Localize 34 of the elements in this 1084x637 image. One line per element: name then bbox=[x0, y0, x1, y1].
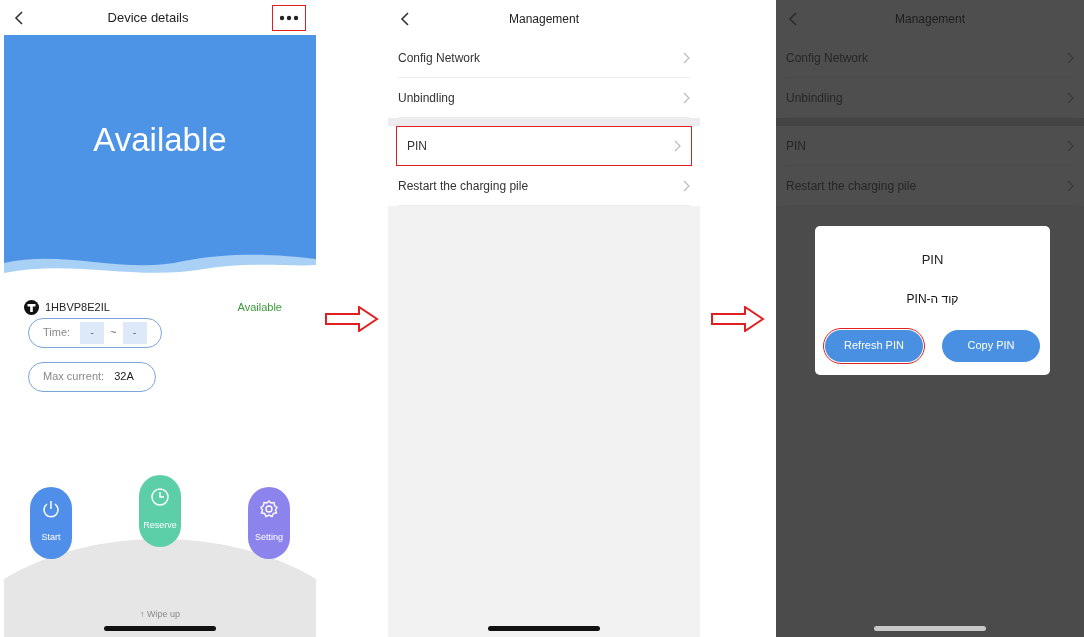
swipe-hint: ↑ Wipe up bbox=[140, 607, 180, 621]
screen-title: Management bbox=[508, 11, 579, 28]
device-id: 1HBVP8E2IL bbox=[45, 300, 110, 315]
brand-icon bbox=[24, 299, 39, 315]
more-icon bbox=[279, 14, 299, 21]
menu-item[interactable]: PIN bbox=[396, 126, 692, 166]
device-status: Available bbox=[237, 300, 282, 315]
action-button[interactable]: Setting bbox=[248, 487, 290, 559]
chevron-icon bbox=[683, 91, 690, 104]
back-icon[interactable] bbox=[14, 10, 24, 25]
back-icon[interactable] bbox=[400, 12, 410, 26]
dialog-button[interactable]: Copy PIN bbox=[942, 329, 1040, 362]
time-separator: ~ bbox=[110, 325, 117, 341]
chevron-icon bbox=[683, 51, 690, 64]
dialog-button[interactable]: Refresh PIN bbox=[825, 329, 923, 362]
time-start: - bbox=[80, 321, 105, 344]
chevron-icon bbox=[674, 140, 681, 152]
dialog-title: PIN bbox=[921, 251, 944, 269]
status-text: Available bbox=[93, 120, 227, 160]
clock-icon bbox=[150, 487, 170, 507]
power-icon bbox=[41, 499, 61, 519]
time-end: - bbox=[122, 321, 147, 344]
time-label: Time: bbox=[43, 325, 71, 341]
screen-title: Device details bbox=[107, 8, 189, 27]
action-button[interactable]: Start bbox=[30, 487, 72, 559]
chevron-icon bbox=[683, 179, 690, 192]
max-current-label: Max current: bbox=[43, 369, 105, 385]
arrow-icon bbox=[711, 305, 765, 332]
more-button[interactable] bbox=[272, 4, 306, 31]
arrow-icon bbox=[325, 305, 379, 332]
max-current-value: 32A bbox=[114, 369, 134, 385]
settings-icon bbox=[259, 499, 279, 519]
dialog-message: קוד ה-PIN bbox=[906, 290, 959, 308]
action-button[interactable]: Reserve bbox=[139, 475, 181, 547]
